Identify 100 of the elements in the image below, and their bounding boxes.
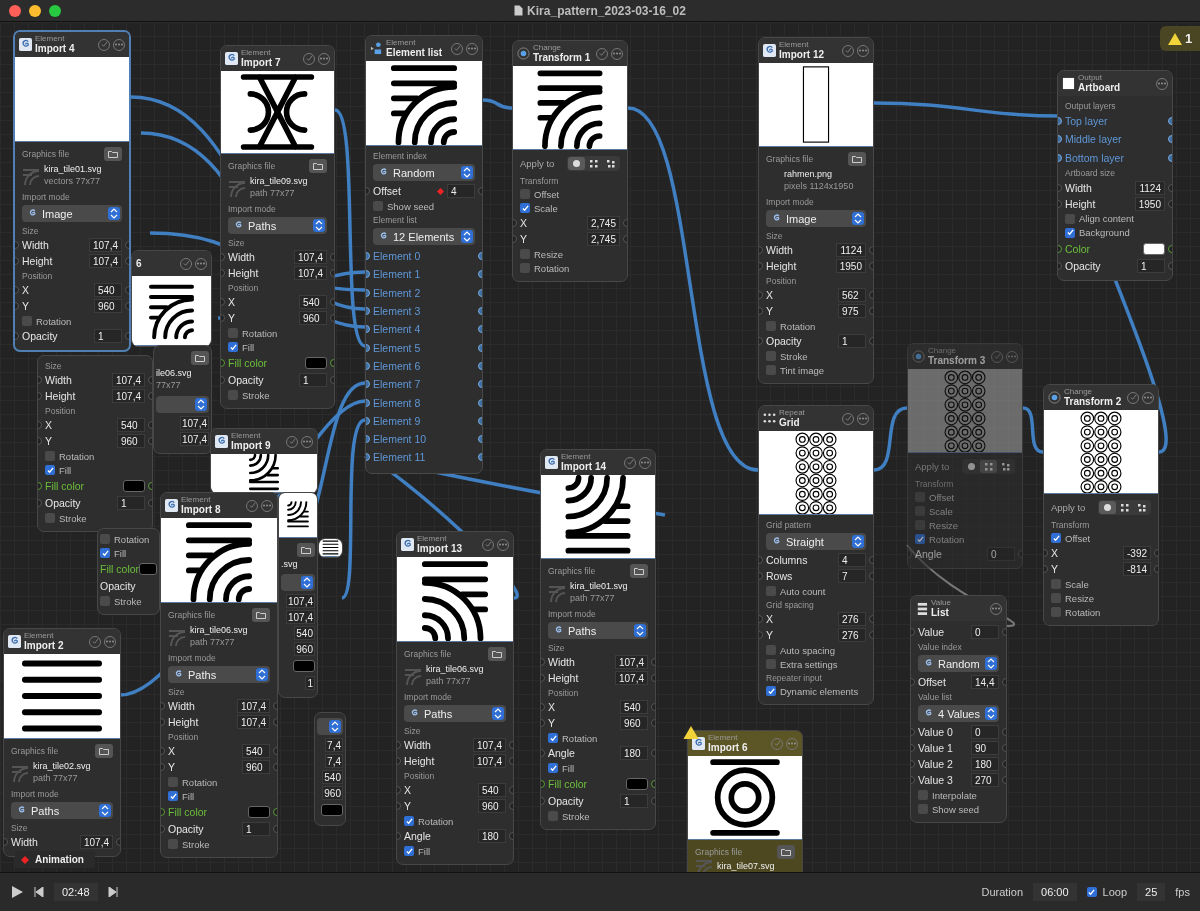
value-field[interactable]: 180 bbox=[478, 829, 506, 843]
checkbox[interactable] bbox=[918, 804, 928, 814]
node-panel[interactable]: Element Import 4 Graphics file kira_tile01.svg vectors 77x77 Import mode Image Size Width 107,4 Height 107,4 Position X 540 Y 960 Rotation Opacity 1 bbox=[13, 30, 131, 352]
folder-button[interactable] bbox=[191, 350, 209, 365]
checkbox[interactable] bbox=[1065, 227, 1075, 238]
value-field[interactable]: 107,4 bbox=[472, 738, 506, 752]
mode-dropdown[interactable]: Straight bbox=[766, 533, 866, 550]
node-panel[interactable]: Element Import 14 Graphics file kira_tile01.svg path 77x77 Import mode Paths Size Width 107,4 Height 107,4 Position X 540 Y 960 Rotation Angle 180 Fill Fill color Opacity 1 Stroke bbox=[540, 449, 656, 830]
checkbox[interactable] bbox=[45, 451, 55, 461]
checkbox[interactable] bbox=[548, 811, 558, 821]
value-field[interactable]: 1 bbox=[305, 676, 315, 690]
value-field[interactable]: 107,4 bbox=[79, 835, 113, 849]
node-panel[interactable]: Element Import 8 Graphics file kira_tile06.svg path 77x77 Import mode Paths Size Width 107,4 Height 107,4 Position X 540 Y 960 Rotation Fill Fill color Opacity 1 Stroke bbox=[160, 492, 278, 858]
node-panel[interactable]: Value List Value 0 Value index Random Offset 14,4 Value list 4 Values Value 0 0 Value 1 90 Value 2 180 Value 3 270 Interpolate Show seed bbox=[910, 595, 1007, 823]
checkbox[interactable] bbox=[766, 645, 776, 655]
checkbox[interactable] bbox=[548, 733, 558, 743]
value-field[interactable]: 540 bbox=[620, 700, 648, 714]
mode-dropdown[interactable]: Paths bbox=[11, 802, 113, 819]
value-field[interactable]: 540 bbox=[117, 418, 145, 432]
node-panel[interactable]: Element Import 9 bbox=[210, 428, 318, 494]
checkbox[interactable] bbox=[22, 316, 32, 326]
value-field[interactable]: 960 bbox=[94, 299, 122, 313]
mode-dropdown[interactable]: 4 Values bbox=[918, 705, 999, 722]
mode-dropdown[interactable]: Paths bbox=[228, 217, 327, 234]
checkbox[interactable] bbox=[1051, 533, 1061, 543]
folder-button[interactable] bbox=[309, 158, 327, 173]
apply-option[interactable] bbox=[1099, 501, 1116, 514]
folder-button[interactable] bbox=[630, 563, 648, 578]
value-field[interactable]: 975 bbox=[838, 304, 866, 318]
checkbox[interactable] bbox=[520, 263, 530, 273]
value-field[interactable]: 4 bbox=[838, 553, 866, 567]
checkbox[interactable] bbox=[404, 816, 414, 826]
value-field[interactable]: 90 bbox=[971, 741, 999, 755]
loop-checkbox[interactable] bbox=[1086, 887, 1097, 897]
checkbox[interactable] bbox=[1051, 593, 1061, 603]
checkbox[interactable] bbox=[766, 686, 776, 696]
checkbox[interactable] bbox=[1065, 213, 1075, 224]
value-field[interactable]: 180 bbox=[620, 746, 648, 760]
value-field[interactable]: 1950 bbox=[835, 259, 866, 273]
folder-button[interactable] bbox=[777, 844, 795, 859]
value-field[interactable]: 540 bbox=[294, 626, 315, 640]
play-icon[interactable] bbox=[10, 885, 24, 899]
value-field[interactable]: 107,4 bbox=[111, 389, 145, 403]
value-field[interactable]: 540 bbox=[299, 295, 327, 309]
value-field[interactable]: 276 bbox=[838, 628, 866, 642]
value-field[interactable]: 960 bbox=[322, 786, 343, 800]
value-field[interactable]: 107,4 bbox=[179, 432, 209, 446]
checkbox[interactable] bbox=[520, 249, 530, 259]
value-field[interactable]: 540 bbox=[242, 744, 270, 758]
value-field[interactable]: 180 bbox=[971, 757, 999, 771]
value-field[interactable]: 1950 bbox=[1134, 196, 1165, 211]
value-field[interactable]: 14,4 bbox=[971, 675, 999, 689]
checkbox[interactable] bbox=[45, 465, 55, 475]
checkbox[interactable] bbox=[228, 390, 238, 400]
mode-dropdown[interactable]: Image bbox=[22, 205, 122, 222]
node-panel[interactable]: Element Import 7 Graphics file kira_tile09.svg path 77x77 Import mode Paths Size Width 107,4 Height 107,4 Position X 540 Y 960 Rotation Fill Fill color Opacity 1 Stroke bbox=[220, 45, 335, 409]
value-field[interactable]: 1 bbox=[117, 496, 145, 510]
folder-button[interactable] bbox=[848, 151, 866, 166]
checkbox[interactable] bbox=[100, 596, 110, 606]
node-panel[interactable]: Rotation Fill Fill color Opacity Stroke bbox=[97, 528, 160, 615]
checkbox[interactable] bbox=[766, 659, 776, 669]
value-field[interactable]: 107,4 bbox=[236, 715, 270, 729]
mode-dropdown[interactable]: Random bbox=[918, 655, 999, 672]
node-panel[interactable]: Size Width 107,4 Height 107,4 Position X 540 Y 960 Rotation Fill Fill color Opacity 1 Stroke bbox=[37, 355, 153, 532]
value-field[interactable]: 1 bbox=[620, 794, 648, 808]
mode-dropdown[interactable] bbox=[281, 574, 315, 591]
folder-button[interactable] bbox=[104, 146, 122, 161]
value-field[interactable]: 1 bbox=[838, 334, 866, 348]
checkbox[interactable] bbox=[100, 534, 110, 544]
node-panel[interactable]: Element Import 12 Graphics file rahmen.png pixels 1124x1950 Import mode Image Size Width 1124 Height 1950 Position X 562 Y 975 Rotation Opacity 1 Stroke Tint image bbox=[758, 37, 874, 384]
value-field[interactable]: -392 bbox=[1123, 546, 1151, 560]
folder-button[interactable] bbox=[95, 743, 113, 758]
checkbox[interactable] bbox=[918, 790, 928, 800]
value-field[interactable]: 540 bbox=[94, 283, 122, 297]
value-field[interactable]: 960 bbox=[294, 642, 315, 656]
node-panel[interactable]: Output Artboard Output layers Top layer Middle layer Bottom layer Artboard size Width 1124 Height 1950 Align content Background Color Opacity 1 bbox=[1057, 70, 1173, 281]
mode-dropdown[interactable]: Paths bbox=[548, 622, 648, 639]
mode-dropdown[interactable]: Paths bbox=[404, 705, 506, 722]
color-swatch[interactable] bbox=[321, 804, 343, 816]
mode-dropdown[interactable]: Paths bbox=[168, 666, 270, 683]
value-field[interactable]: 960 bbox=[478, 799, 506, 813]
value-field[interactable]: 0 bbox=[971, 625, 999, 639]
skip-back-icon[interactable] bbox=[34, 887, 44, 897]
skip-forward-icon[interactable] bbox=[107, 887, 118, 897]
node-panel[interactable]: ile06.svg 77x77 107,4 107,4 bbox=[153, 345, 212, 454]
color-swatch[interactable] bbox=[626, 778, 648, 790]
value-field[interactable]: 2,745 bbox=[586, 216, 620, 230]
value-field[interactable]: 1 bbox=[1137, 258, 1165, 273]
value-field[interactable]: 960 bbox=[299, 311, 327, 325]
mode-dropdown[interactable]: 12 Elements bbox=[373, 228, 475, 245]
folder-button[interactable] bbox=[488, 646, 506, 661]
value-field[interactable]: 7,4 bbox=[325, 738, 343, 752]
value-field[interactable]: 270 bbox=[971, 773, 999, 787]
checkbox[interactable] bbox=[548, 763, 558, 773]
value-field[interactable]: 0 bbox=[971, 725, 999, 739]
node-panel[interactable]: .svg 107,4 107,4 540 960 1 bbox=[278, 492, 318, 698]
mode-dropdown[interactable] bbox=[317, 718, 343, 735]
value-field[interactable]: 107,4 bbox=[614, 655, 648, 669]
mode-dropdown[interactable]: Random bbox=[373, 164, 475, 181]
checkbox[interactable] bbox=[1051, 607, 1061, 617]
